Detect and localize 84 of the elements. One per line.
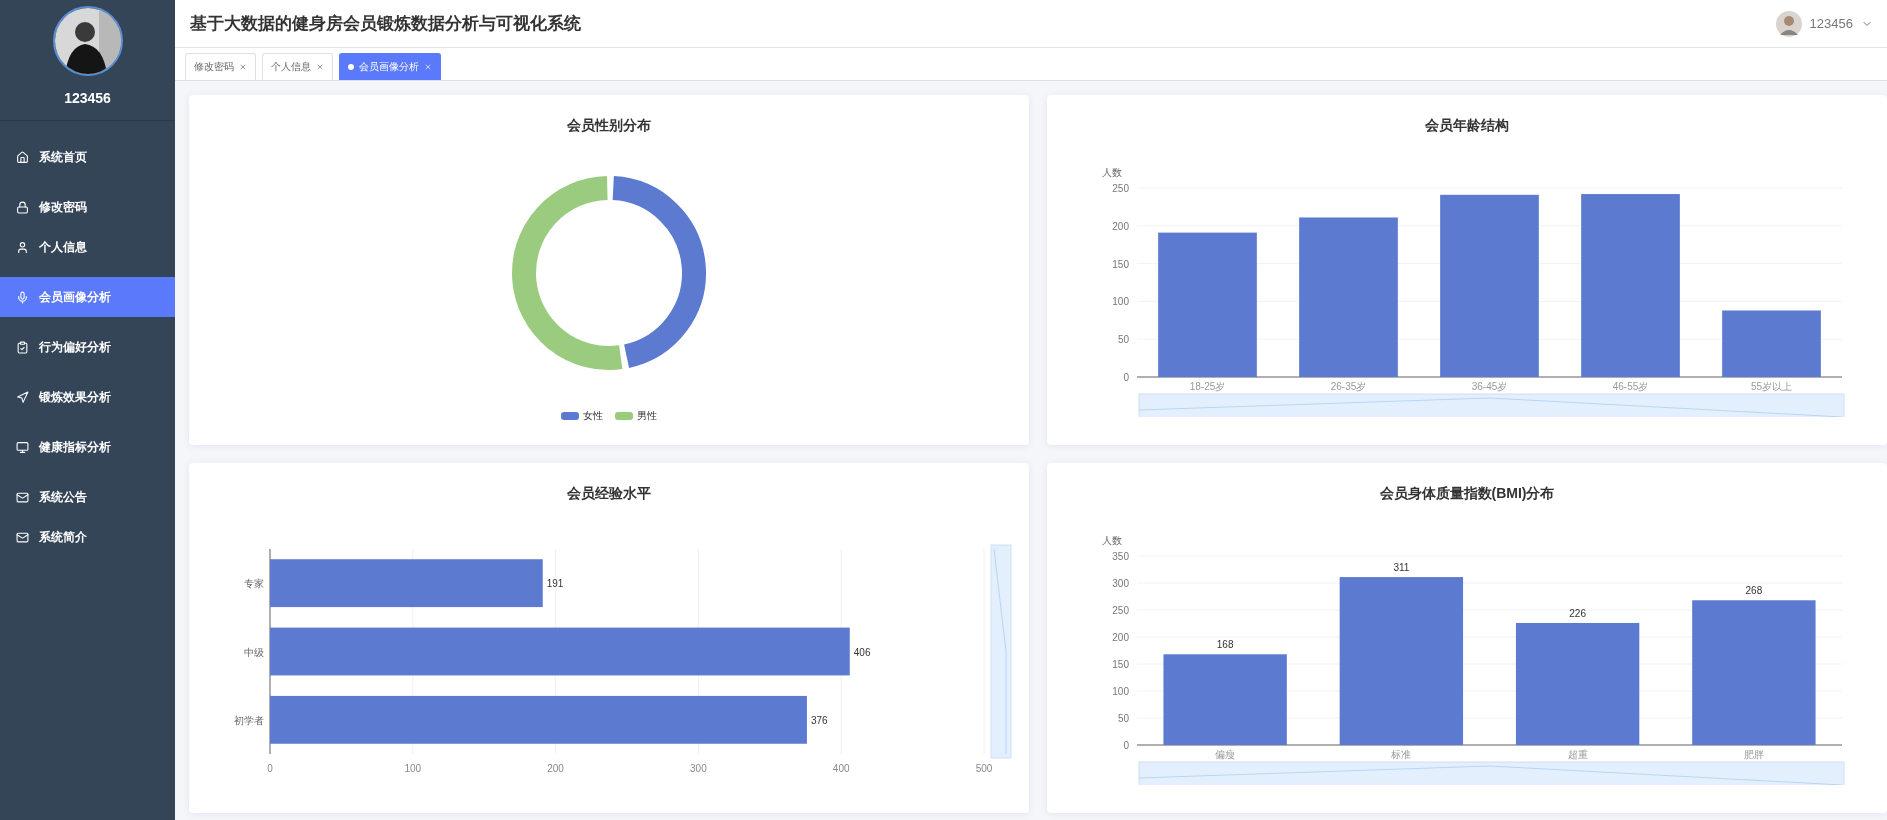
value-label: 168	[1216, 639, 1234, 651]
card-title: 会员性别分布	[567, 117, 651, 135]
axis-label: 肥胖	[1743, 749, 1764, 760]
axis-label: 超重	[1567, 749, 1588, 760]
username: 123456	[64, 90, 111, 106]
bar[interactable]	[1515, 622, 1640, 745]
legend-label: 女性	[583, 409, 603, 423]
legend-label: 男性	[637, 409, 657, 423]
axis-title: 人数	[1102, 535, 1122, 546]
value-label: 191	[546, 578, 564, 590]
axis-label: 中级	[244, 646, 264, 658]
lock-icon	[16, 200, 29, 214]
bar[interactable]	[270, 559, 543, 608]
axis-label: 300	[690, 763, 707, 774]
axis-label: 100	[404, 763, 422, 774]
menu-item[interactable]: 锻炼效果分析	[0, 377, 175, 417]
axis-label: 250	[1112, 605, 1129, 616]
axis-label: 初学者	[234, 714, 264, 726]
value-label: 226	[1569, 607, 1586, 619]
axis-label: 500	[975, 763, 993, 774]
value-label: 268	[1745, 585, 1763, 597]
axis-label: 300	[1112, 578, 1129, 589]
menu-item[interactable]: 健康指标分析	[0, 427, 175, 467]
monitor-icon	[16, 440, 29, 454]
axis-label: 26-35岁	[1330, 381, 1367, 392]
user-icon	[16, 240, 29, 254]
value-label: 376	[810, 714, 828, 726]
axis-label: 100	[1112, 296, 1129, 308]
clipboard-icon	[16, 340, 29, 354]
user-name[interactable]: 123456	[1809, 16, 1853, 31]
active-dot-icon	[348, 64, 354, 70]
home-icon	[16, 150, 29, 164]
axis-label: 0	[267, 763, 273, 774]
axis-label: 100	[1112, 686, 1129, 697]
menu-item[interactable]: 系统首页	[0, 137, 175, 177]
tab[interactable]: 个人信息	[262, 53, 333, 80]
axis-label: 350	[1112, 551, 1129, 562]
tab[interactable]: 会员画像分析	[339, 53, 441, 80]
axis-label: 55岁以上	[1750, 381, 1793, 392]
close-icon[interactable]	[316, 63, 324, 71]
close-icon[interactable]	[239, 63, 247, 71]
axis-label: 250	[1112, 183, 1129, 194]
zoom-slider[interactable]	[1138, 393, 1845, 417]
legend-swatch[interactable]	[561, 412, 579, 420]
axis-label: 50	[1117, 334, 1129, 346]
menu-item[interactable]: 修改密码	[0, 187, 175, 227]
zoom-slider[interactable]	[990, 544, 1012, 759]
menu-item[interactable]: 个人信息	[0, 227, 175, 267]
menu-item[interactable]: 行为偏好分析	[0, 327, 175, 367]
tab[interactable]: 修改密码	[185, 53, 256, 80]
mail-icon	[16, 490, 29, 504]
axis-label: 150	[1112, 258, 1129, 270]
card-title: 会员经验水平	[567, 485, 651, 503]
axis-label: 46-55岁	[1612, 381, 1649, 392]
card-title: 会员身体质量指数(BMI)分布	[1379, 485, 1555, 503]
axis-label: 400	[832, 763, 850, 774]
card-title: 会员年龄结构	[1425, 117, 1509, 135]
axis-label: 偏瘦	[1215, 749, 1236, 760]
menu-item[interactable]: 系统简介	[0, 517, 175, 557]
menu-item[interactable]: 系统公告	[0, 477, 175, 517]
bar[interactable]	[270, 627, 850, 676]
axis-label: 50	[1117, 713, 1129, 724]
arrow-icon	[16, 390, 29, 404]
mail-icon	[16, 530, 29, 544]
value-label: 311	[1393, 562, 1410, 574]
legend-swatch[interactable]	[615, 412, 633, 420]
axis-label: 0	[1123, 740, 1129, 751]
microphone-icon	[16, 290, 29, 304]
axis-label: 18-25岁	[1189, 381, 1226, 392]
zoom-slider[interactable]	[1138, 761, 1845, 785]
bar[interactable]	[270, 695, 807, 744]
axis-label: 200	[1112, 220, 1129, 232]
value-label: 406	[853, 646, 871, 658]
axis-label: 200	[1112, 632, 1129, 643]
menu-item[interactable]: 会员画像分析	[0, 277, 175, 317]
axis-title: 人数	[1102, 167, 1122, 178]
axis-label: 标准	[1391, 749, 1412, 760]
axis-label: 专家	[244, 578, 264, 590]
page-title: 基于大数据的健身房会员锻炼数据分析与可视化系统	[190, 13, 581, 35]
axis-label: 0	[1123, 372, 1129, 383]
axis-label: 150	[1112, 659, 1129, 670]
axis-label: 200	[547, 763, 564, 774]
axis-label: 36-45岁	[1471, 381, 1508, 392]
avatar-icon[interactable]	[1775, 10, 1802, 37]
